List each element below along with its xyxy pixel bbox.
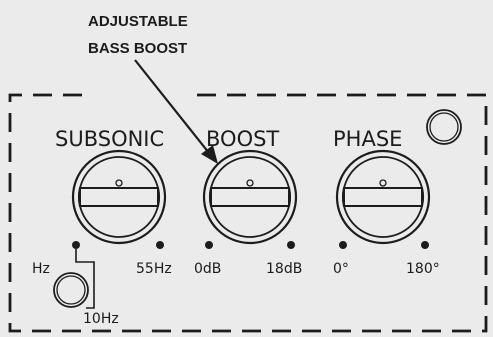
boost-max-label: 18dB [266,261,302,277]
subsonic-min-dot [72,241,80,249]
boost-knob[interactable] [202,149,298,245]
subsonic-mid-label: 10Hz [83,311,119,327]
phase-knob[interactable] [335,149,431,245]
phase-max-dot [421,241,429,249]
amplifier-panel-diagram: ADJUSTABLE BASS BOOST SUBSONIC BOOST PHA… [8,13,488,333]
phase-min-dot [339,241,347,249]
indicator-top-icon [426,109,462,145]
boost-max-dot [287,241,295,249]
phase-label: PHASE [333,127,402,151]
subsonic-max-dot [156,241,164,249]
callout-line-2: BASS BOOST [88,40,187,57]
subsonic-min-label: Hz [32,261,50,277]
callout-line-1: ADJUSTABLE [88,13,188,30]
boost-min-label: 0dB [194,261,221,277]
phase-max-label: 180° [406,261,440,277]
subsonic-knob[interactable] [71,149,167,245]
boost-min-dot [205,241,213,249]
subsonic-label: SUBSONIC [55,127,164,151]
phase-min-label: 0° [333,261,349,277]
boost-label: BOOST [206,127,279,151]
indicator-bottom-icon [53,272,89,308]
subsonic-max-label: 55Hz [136,261,172,277]
